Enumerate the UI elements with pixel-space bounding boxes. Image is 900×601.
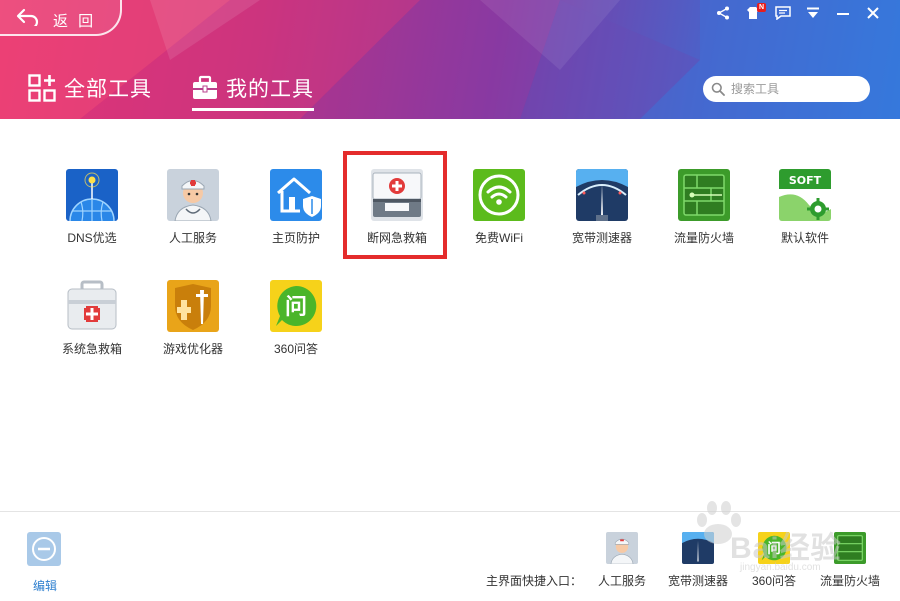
tool-label: 免费WiFi xyxy=(475,231,523,245)
close-icon[interactable] xyxy=(858,2,888,24)
firewall-icon xyxy=(678,169,730,221)
search-box[interactable] xyxy=(703,76,870,102)
grid-plus-icon xyxy=(28,74,56,102)
speedometer-icon xyxy=(576,169,628,221)
back-label: 返 回 xyxy=(53,13,97,30)
search-input[interactable] xyxy=(731,82,861,96)
system-firstaid-icon xyxy=(66,280,118,332)
back-button[interactable]: 返 回 xyxy=(0,0,122,36)
tab-my-tools-label: 我的工具 xyxy=(226,78,314,101)
speedometer-icon xyxy=(682,532,714,564)
game-shield-icon xyxy=(167,280,219,332)
tool-traffic-firewall[interactable]: 流量防火墙 xyxy=(653,169,755,269)
tab-all-tools-label: 全部工具 xyxy=(64,78,152,101)
tool-label: 主页防护 xyxy=(271,231,320,245)
shortcut-speed-test[interactable]: 宽带测速器 xyxy=(658,532,738,598)
tool-label: 宽带测速器 xyxy=(571,231,632,245)
minimize-icon[interactable] xyxy=(828,2,858,24)
dns-globe-icon xyxy=(66,169,118,221)
skin-badge: N xyxy=(757,3,766,12)
toolbox-icon xyxy=(193,75,217,99)
doctor-icon xyxy=(606,532,638,564)
qa-icon: 问 xyxy=(270,280,322,332)
active-tab-indicator xyxy=(192,108,314,111)
tool-system-firstaid[interactable]: 系统急救箱 xyxy=(41,280,143,380)
tool-label: 360问答 xyxy=(273,342,319,356)
shortcut-label: 360问答 xyxy=(751,574,797,588)
shortcut-manual-service[interactable]: 人工服务 xyxy=(582,532,662,598)
tool-manual-service[interactable]: 人工服务 xyxy=(142,169,244,269)
title-bar: 返 回 N 全部工具 我的工具 搜索工具 xyxy=(0,0,900,119)
tool-label: DNS优选 xyxy=(67,231,117,245)
my-tools-grid: DNS优选 人工服务 主页防护 断网急救箱 免费WiFi 宽带测速器 流量防火墙… xyxy=(0,119,900,511)
tool-free-wifi[interactable]: 免费WiFi xyxy=(448,169,550,269)
shortcut-title: 主界面快捷入口： xyxy=(486,574,583,588)
shortcut-label: 流量防火墙 xyxy=(819,574,880,588)
tool-label: 流量防火墙 xyxy=(673,231,734,245)
share-icon[interactable] xyxy=(708,2,738,24)
tool-label: 默认软件 xyxy=(780,231,829,245)
svg-text:问: 问 xyxy=(285,295,307,320)
window-controls: N xyxy=(708,2,888,24)
firewall-icon xyxy=(834,532,866,564)
tool-label: 游戏优化器 xyxy=(162,342,223,356)
doctor-icon xyxy=(167,169,219,221)
home-shield-icon xyxy=(270,169,322,221)
tool-network-firstaid[interactable]: 断网急救箱 xyxy=(346,169,448,269)
svg-text:SOFT: SOFT xyxy=(789,174,822,187)
tool-label: 断网急救箱 xyxy=(366,231,427,245)
back-arrow-icon xyxy=(16,8,39,26)
edit-minus-icon xyxy=(27,532,61,566)
skin-icon[interactable]: N xyxy=(738,2,768,24)
menu-icon[interactable] xyxy=(798,2,828,24)
tool-default-software[interactable]: SOFT 默认软件 xyxy=(754,169,856,269)
tab-my-tools[interactable]: 我的工具 xyxy=(192,71,314,111)
tool-label: 系统急救箱 xyxy=(61,342,122,356)
tab-all-tools[interactable]: 全部工具 xyxy=(28,71,152,105)
tool-homepage-protect[interactable]: 主页防护 xyxy=(245,169,347,269)
shortcut-360-qa[interactable]: 问 360问答 xyxy=(734,532,814,598)
shortcut-traffic-firewall[interactable]: 流量防火墙 xyxy=(810,532,890,598)
tool-label: 人工服务 xyxy=(168,231,217,245)
tool-speed-test[interactable]: 宽带测速器 xyxy=(551,169,653,269)
shortcut-label: 宽带测速器 xyxy=(667,574,728,588)
search-icon xyxy=(711,82,725,96)
shortcut-label: 人工服务 xyxy=(597,574,646,588)
tool-dns[interactable]: DNS优选 xyxy=(41,169,143,269)
tool-360-qa[interactable]: 问 360问答 xyxy=(245,280,347,380)
qa-icon: 问 xyxy=(758,532,790,564)
edit-label: 编辑 xyxy=(32,579,57,593)
svg-text:问: 问 xyxy=(767,540,781,557)
message-icon[interactable] xyxy=(768,2,798,24)
wifi-icon xyxy=(473,169,525,221)
footer-bar: 编辑 主界面快捷入口： 人工服务 宽带测速器 问 360问答 流量防火墙 xyxy=(0,511,900,601)
tool-game-optimizer[interactable]: 游戏优化器 xyxy=(142,280,244,380)
edit-button[interactable]: 编辑 xyxy=(27,532,63,593)
network-firstaid-icon xyxy=(371,169,423,221)
soft-gear-icon: SOFT xyxy=(779,169,831,221)
